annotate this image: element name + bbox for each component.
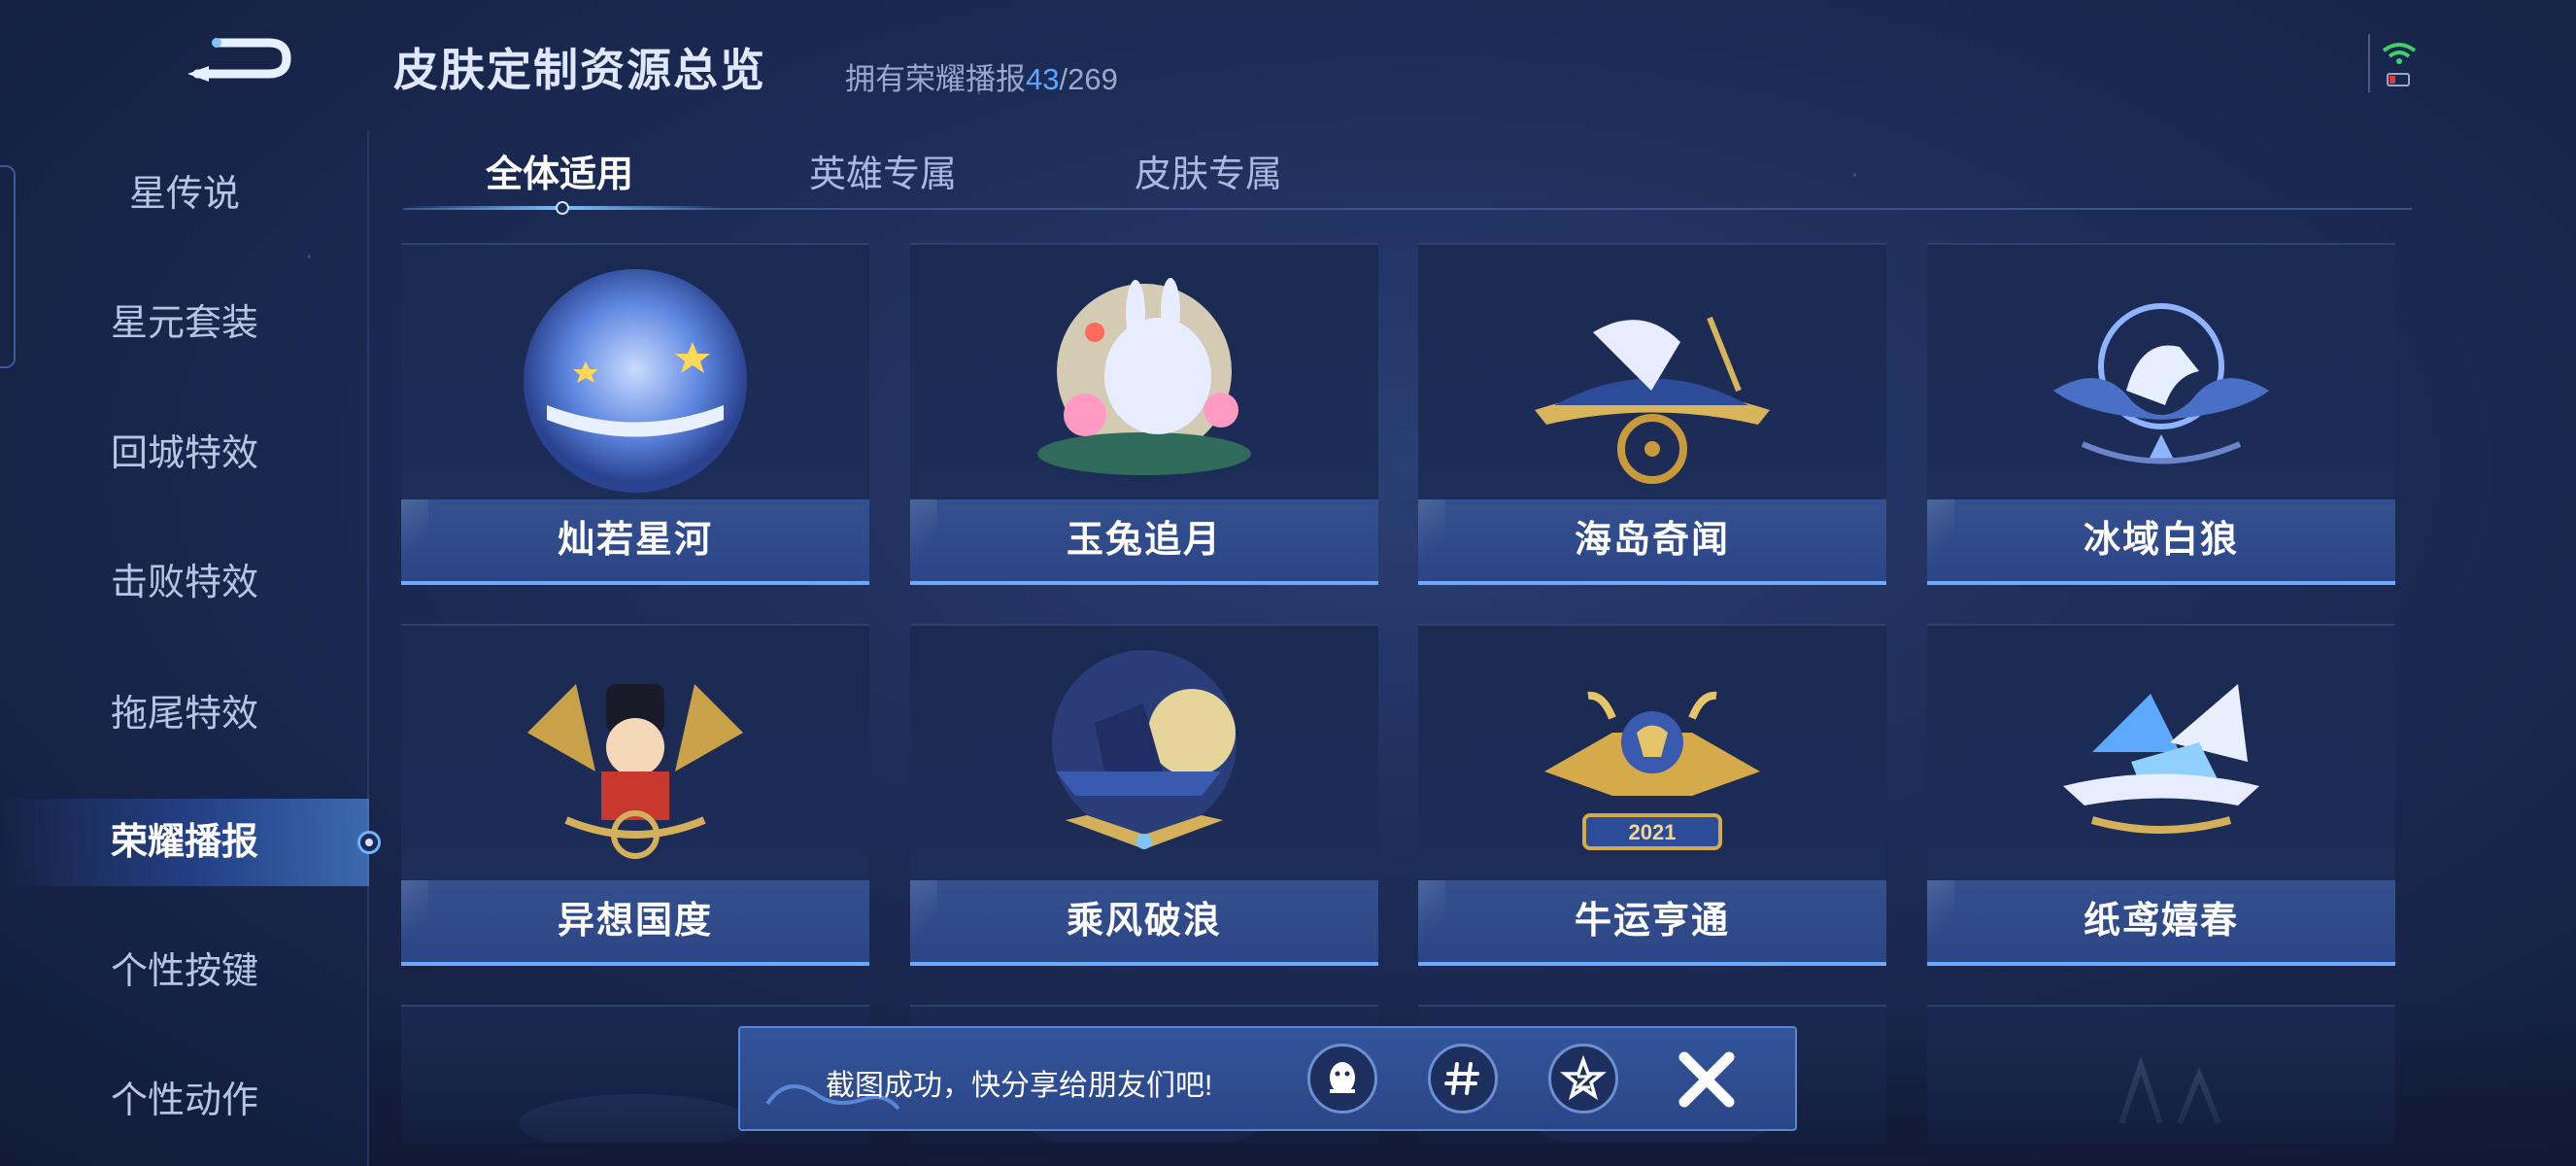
sidebar-item-kill-effect[interactable]: 击败特效 (0, 539, 369, 627)
broadcast-card[interactable]: 海岛奇闻 (1418, 243, 1886, 585)
broadcast-card[interactable] (1927, 1005, 2395, 1143)
sidebar-item-custom-buttons[interactable]: 个性按键 (0, 928, 369, 1015)
sidebar-item-recall-effect[interactable]: 回城特效 (0, 410, 369, 497)
toast-close-button[interactable] (1673, 1046, 1741, 1114)
sidebar-item-star-set[interactable]: 星元套装 (0, 280, 369, 367)
broadcast-card[interactable]: 灿若星河 (401, 243, 869, 585)
jade-rabbit-emblem-icon (1037, 278, 1251, 475)
island-ship-emblem-icon (1535, 316, 1770, 484)
golden-ox-emblem-icon: 2021 (1544, 691, 1760, 850)
sidebar-item-glory-broadcast[interactable]: 荣耀播报 (0, 799, 369, 886)
share-moments-button[interactable] (1428, 1044, 1498, 1114)
sidebar-item-custom-emotes[interactable]: 个性动作 (0, 1057, 369, 1145)
page-title: 皮肤定制资源总览 (393, 45, 766, 95)
wechat-moments-icon (1444, 1062, 1479, 1095)
owned-total: /269 (1059, 62, 1118, 96)
share-qzone-button[interactable] (1548, 1044, 1618, 1114)
broadcast-card[interactable]: 异想国度 (401, 624, 869, 966)
broadcast-card[interactable]: 2021 牛运亨通 (1418, 624, 1886, 966)
qzone-star-icon (1560, 1054, 1607, 1101)
qq-penguin-icon (1330, 1062, 1355, 1093)
card-name: 冰域白狼 (1927, 499, 2395, 585)
ice-wolf-emblem-icon (2053, 303, 2269, 464)
share-qq-button[interactable] (1307, 1044, 1377, 1114)
tab-skin[interactable]: 皮肤专属 (1135, 144, 1282, 197)
tab-all[interactable]: 全体适用 (486, 144, 633, 197)
sailing-ship-emblem-icon (1052, 650, 1237, 849)
card-name: 牛运亨通 (1418, 880, 1886, 966)
sidebar-item-trail-effect[interactable]: 拖尾特效 (0, 670, 369, 758)
sidebar-active-indicator (357, 831, 381, 854)
owned-number: 43 (1026, 62, 1060, 96)
broadcast-card[interactable]: 纸鸢嬉春 (1927, 624, 2395, 966)
toy-soldier-emblem-icon (527, 684, 743, 859)
card-name: 异想国度 (401, 880, 869, 966)
status-indicators (2370, 37, 2428, 95)
tab-hero[interactable]: 英雄专属 (809, 144, 957, 197)
owned-count: 拥有荣耀播报43/269 (845, 54, 1118, 98)
back-button[interactable] (180, 27, 296, 95)
ox-badge-year: 2021 (1629, 820, 1677, 844)
sidebar-item-star-legend[interactable]: 星传说 (0, 151, 369, 238)
back-arrow-icon (187, 38, 291, 82)
wifi-battery-icon (2382, 43, 2417, 86)
tab-active-dot (556, 201, 569, 215)
card-name: 纸鸢嬉春 (1927, 880, 2395, 966)
close-icon (1678, 1051, 1735, 1108)
emblem-placeholder-icon (2118, 1055, 2221, 1125)
card-name: 乘风破浪 (910, 880, 1378, 966)
card-name: 海岛奇闻 (1418, 499, 1886, 585)
screenshot-share-toast: 截图成功，快分享给朋友们吧! (738, 1026, 1797, 1131)
owned-prefix: 拥有荣耀播报 (845, 62, 1026, 96)
paper-kite-emblem-icon (2063, 684, 2259, 834)
card-name: 玉兔追月 (910, 499, 1378, 585)
card-name: 灿若星河 (401, 499, 869, 585)
broadcast-card[interactable]: 玉兔追月 (910, 243, 1378, 585)
broadcast-card[interactable]: 乘风破浪 (910, 624, 1378, 966)
toast-message: 截图成功，快分享给朋友们吧! (826, 1070, 1213, 1102)
broadcast-card[interactable]: 冰域白狼 (1927, 243, 2395, 585)
moon-star-emblem-icon (524, 269, 747, 493)
